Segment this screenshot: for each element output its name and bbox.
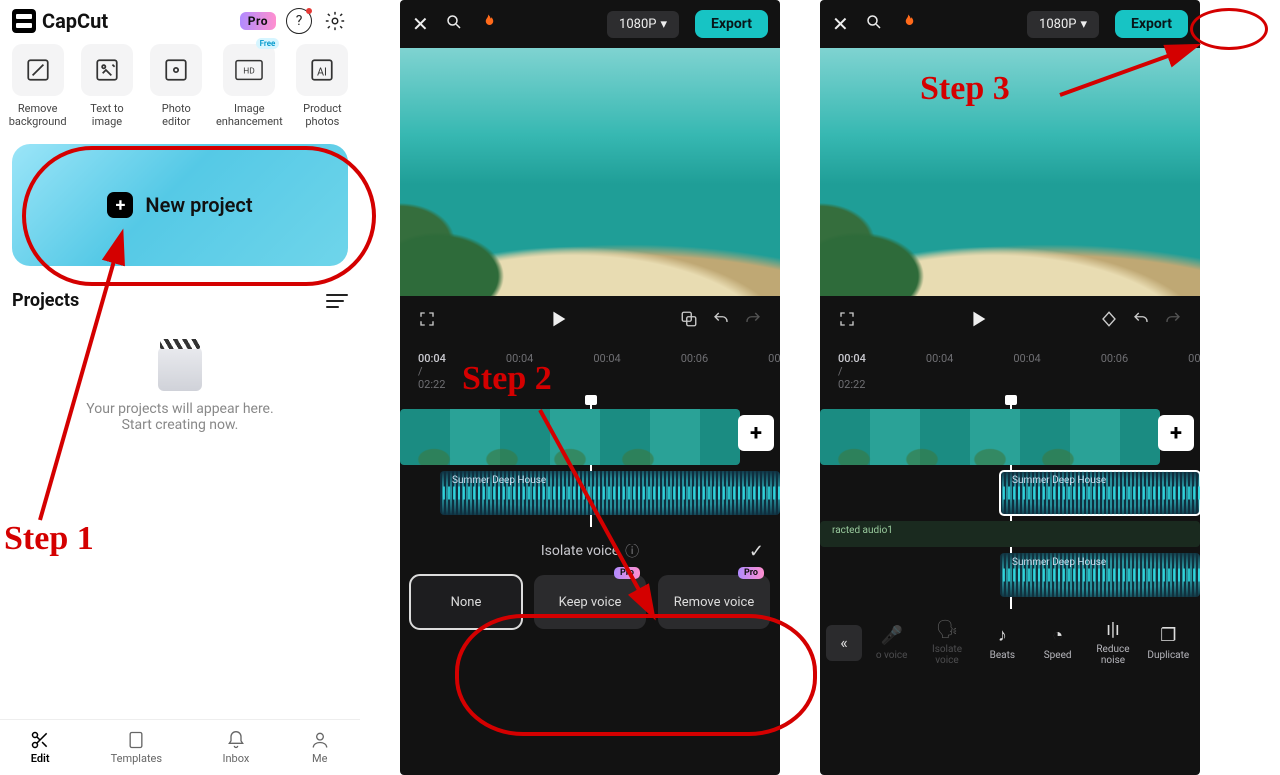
toolbar-duplicate[interactable]: ❐Duplicate	[1143, 625, 1194, 661]
video-preview[interactable]	[400, 48, 780, 296]
tool-remove-background[interactable]: Remove background	[8, 44, 67, 128]
keyframe-icon[interactable]	[1100, 310, 1118, 332]
nav-me[interactable]: Me	[310, 730, 330, 765]
video-track[interactable]	[400, 409, 740, 465]
reduce-noise-icon: ı|ı	[1106, 619, 1119, 640]
extracted-audio-track[interactable]: racted audio1	[820, 521, 1200, 547]
bell-icon	[226, 730, 246, 750]
tool-text-to-image[interactable]: Text to image	[77, 44, 136, 128]
video-track[interactable]	[820, 409, 1160, 465]
audio-track-2[interactable]: Summer Deep House	[1000, 553, 1200, 597]
audio-track-selected[interactable]: Summer Deep House	[1000, 471, 1200, 515]
projects-empty-state: Your projects will appear here. Start cr…	[0, 315, 360, 465]
toolbar-back-button[interactable]: «	[826, 625, 862, 661]
redo-icon[interactable]	[744, 310, 762, 332]
close-icon[interactable]: ✕	[412, 12, 429, 36]
toolbar-isolate-voice[interactable]: 🗣Isolate voice	[921, 619, 972, 666]
svg-text:AI: AI	[317, 65, 327, 78]
panel-capcut-home: CapCut Pro ? Remove background Text to i…	[0, 0, 360, 775]
templates-icon	[126, 730, 146, 750]
tool-product-photos[interactable]: AI Product photos	[293, 44, 352, 128]
help-icon[interactable]: ?	[286, 8, 312, 34]
isolate-option-none[interactable]: None	[410, 575, 522, 629]
pro-badge[interactable]: Pro	[240, 12, 276, 30]
speed-icon: ◔	[1052, 625, 1063, 646]
redo-icon[interactable]	[1164, 310, 1182, 332]
flame-icon[interactable]	[479, 13, 497, 36]
tool-image-enhancement[interactable]: FreeHD Image enhancement	[216, 44, 283, 128]
svg-text:HD: HD	[244, 67, 255, 77]
panel-editor-export: ✕ 1080P ▾ Export 00:04 / 02:22 00:04	[820, 0, 1200, 775]
toolbar-speed[interactable]: ◔Speed	[1032, 625, 1083, 661]
overlay-icon[interactable]	[680, 310, 698, 332]
nav-inbox[interactable]: Inbox	[222, 730, 249, 765]
isolate-option-remove-voice[interactable]: Pro Remove voice	[658, 575, 770, 629]
editor-top-bar: ✕ 1080P ▾ Export	[820, 0, 1200, 48]
plus-icon: +	[107, 192, 133, 218]
sort-icon[interactable]	[326, 294, 348, 308]
projects-heading: Projects	[12, 290, 79, 311]
toolbar-voice[interactable]: 🎤o voice	[866, 625, 917, 661]
scissors-icon	[30, 730, 50, 750]
flame-icon[interactable]	[899, 13, 917, 36]
export-button[interactable]: Export	[1115, 10, 1188, 38]
app-name: CapCut	[42, 9, 108, 33]
nav-edit[interactable]: Edit	[30, 730, 50, 765]
audio-track[interactable]: Summer Deep House	[440, 471, 780, 515]
bottom-nav: Edit Templates Inbox Me	[0, 719, 360, 775]
settings-icon[interactable]	[322, 8, 348, 34]
toolbar-reduce-noise[interactable]: ı|ıReduce noise	[1087, 619, 1138, 666]
isolate-option-keep-voice[interactable]: Pro Keep voice	[534, 575, 646, 629]
toolbar-beats[interactable]: ♪Beats	[977, 625, 1028, 661]
isolate-voice-panel: Isolate voice ⓘ ✓ None Pro Keep voice Pr…	[400, 527, 780, 647]
fullscreen-icon[interactable]	[418, 310, 436, 332]
person-icon	[310, 730, 330, 750]
app-logo: CapCut	[12, 9, 108, 33]
confirm-icon[interactable]: ✓	[749, 541, 764, 562]
player-controls	[820, 296, 1200, 346]
beats-icon: ♪	[998, 625, 1007, 646]
panel-editor-isolate-voice: ✕ 1080P ▾ Export 00:04 / 02:22 00:04	[400, 0, 780, 775]
search-icon[interactable]	[445, 13, 463, 36]
isolate-voice-title: Isolate voice	[541, 543, 619, 559]
timeline[interactable]: + Summer Deep House racted audio1 Summer…	[820, 409, 1200, 609]
resolution-button[interactable]: 1080P ▾	[1027, 11, 1099, 38]
chevron-down-icon: ▾	[660, 17, 667, 32]
new-project-button[interactable]: + New project	[12, 144, 348, 266]
fullscreen-icon[interactable]	[838, 310, 856, 332]
tool-photo-editor[interactable]: Photo editor	[147, 44, 206, 128]
isolate-voice-icon: 🗣	[936, 619, 959, 640]
help-small-icon[interactable]: ⓘ	[625, 541, 639, 561]
add-clip-button[interactable]: +	[738, 415, 774, 451]
player-controls	[400, 296, 780, 346]
timeline[interactable]: + Summer Deep House	[400, 409, 780, 527]
close-icon[interactable]: ✕	[832, 12, 849, 36]
search-icon[interactable]	[865, 13, 883, 36]
capcut-icon	[12, 9, 36, 33]
export-button[interactable]: Export	[695, 10, 768, 38]
play-icon[interactable]	[967, 308, 989, 334]
undo-icon[interactable]	[1132, 310, 1150, 332]
editor-top-bar: ✕ 1080P ▾ Export	[400, 0, 780, 48]
video-preview[interactable]	[820, 48, 1200, 296]
quick-tools-row: Remove background Text to image Photo ed…	[0, 38, 360, 134]
mic-icon: 🎤	[880, 625, 902, 646]
chevron-down-icon: ▾	[1080, 17, 1087, 32]
free-tag: Free	[256, 38, 280, 49]
add-clip-button[interactable]: +	[1158, 415, 1194, 451]
duplicate-icon: ❐	[1160, 625, 1176, 646]
new-project-label: New project	[145, 193, 252, 217]
nav-templates[interactable]: Templates	[111, 730, 162, 765]
play-icon[interactable]	[547, 308, 569, 334]
resolution-button[interactable]: 1080P ▾	[607, 11, 679, 38]
undo-icon[interactable]	[712, 310, 730, 332]
editor-bottom-toolbar: « 🎤o voice 🗣Isolate voice ♪Beats ◔Speed …	[820, 609, 1200, 680]
clapperboard-icon	[158, 347, 202, 391]
